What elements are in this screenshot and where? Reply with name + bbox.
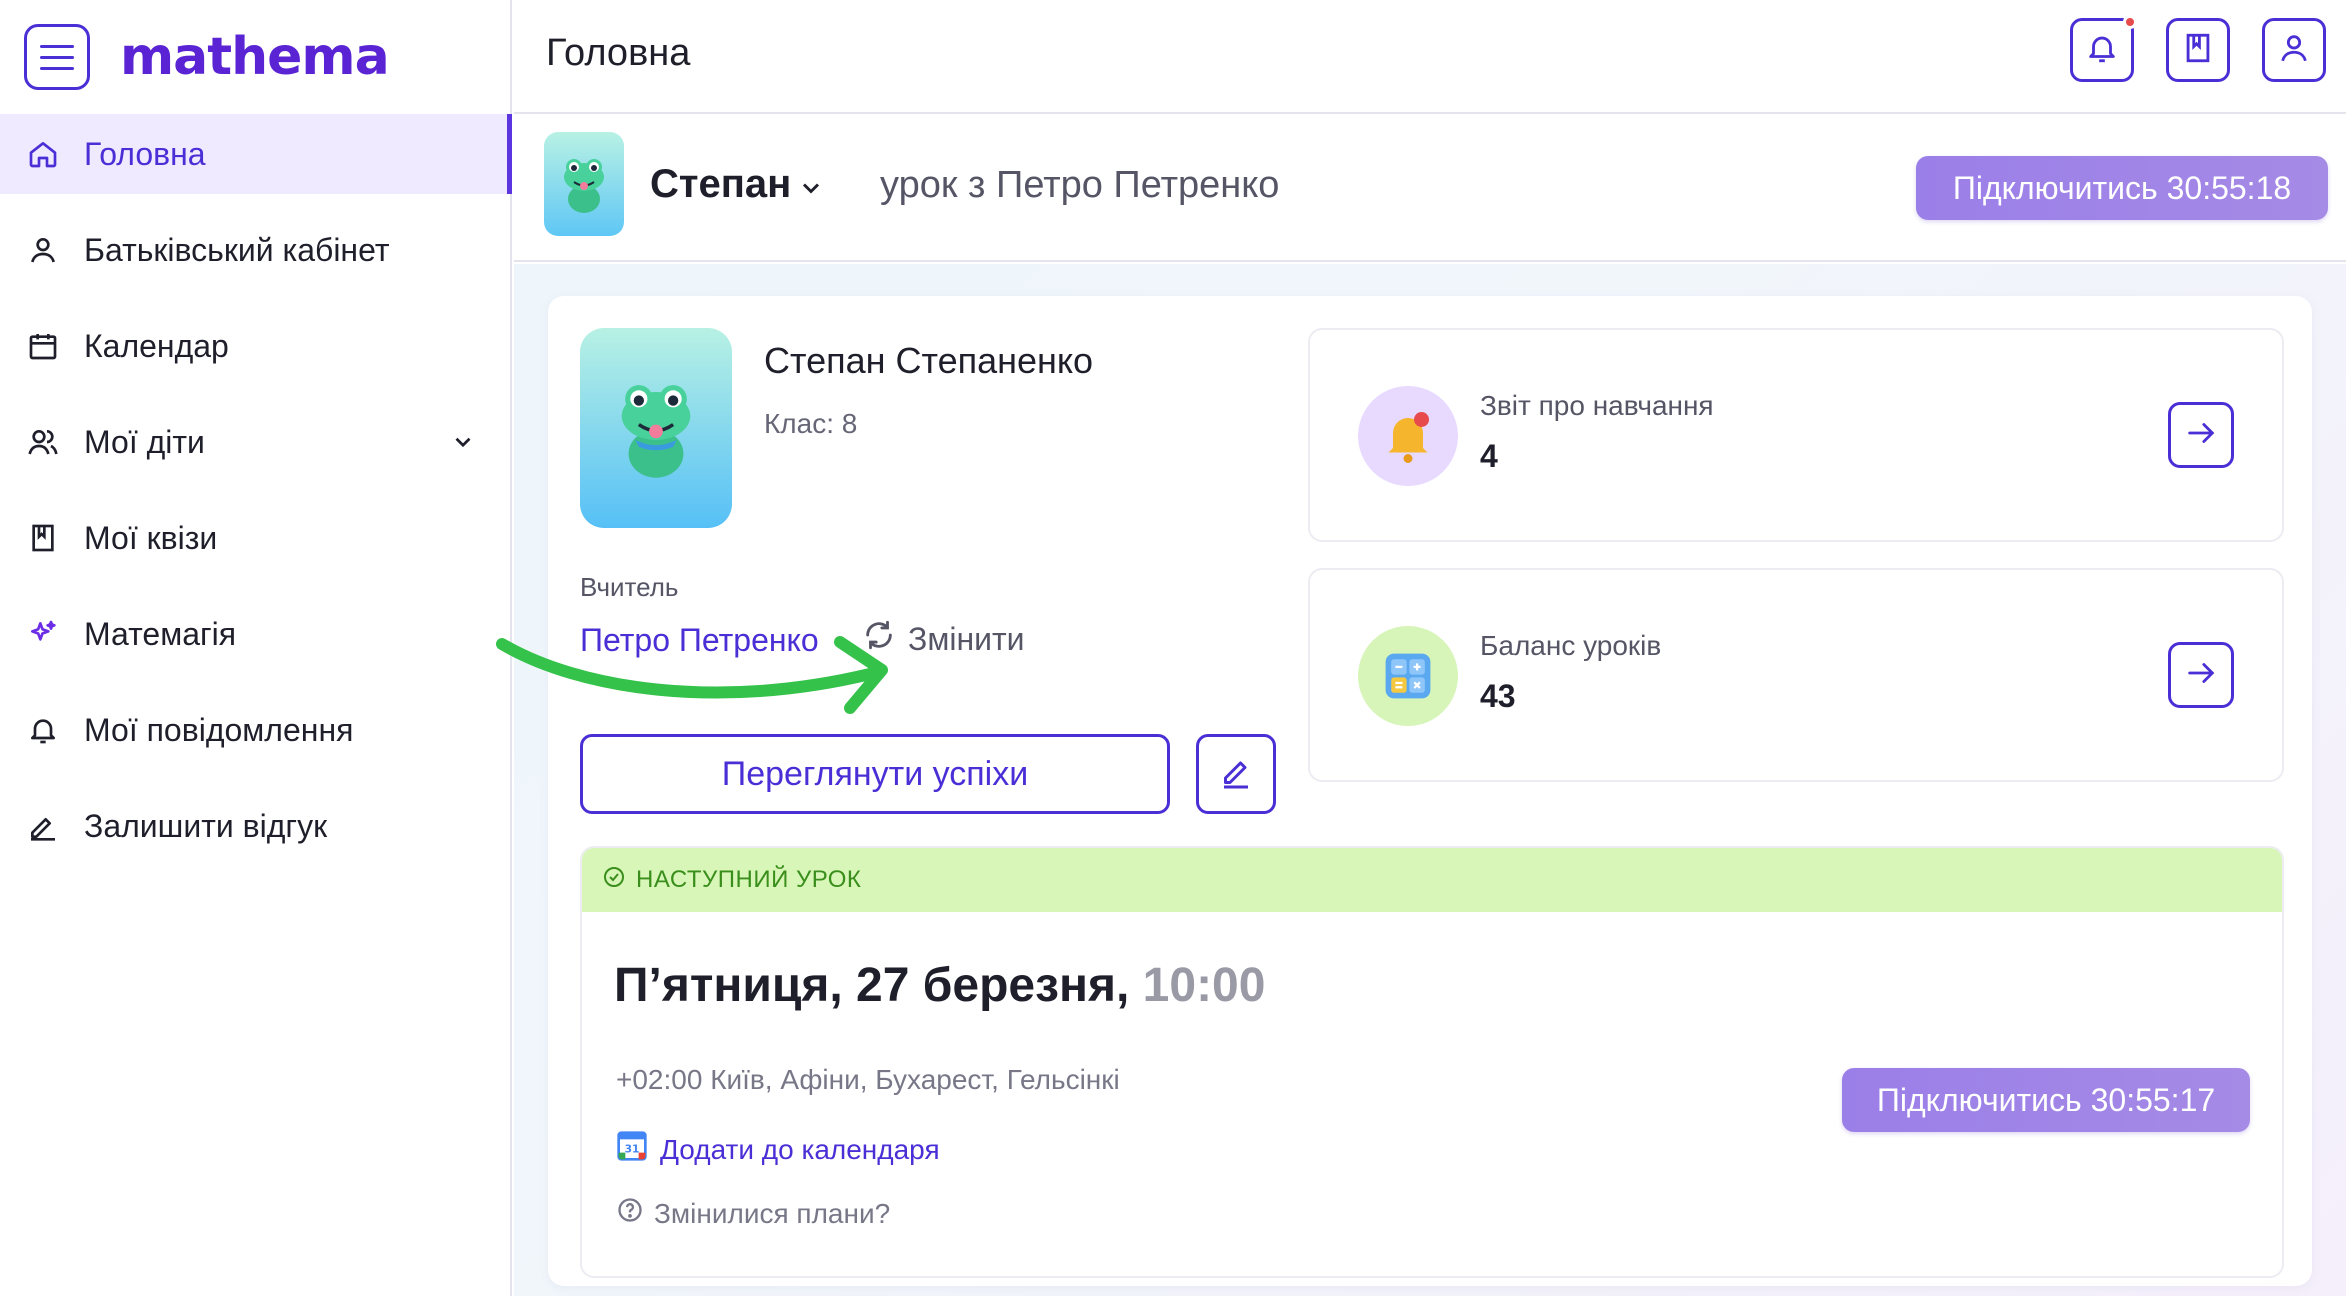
student-full-name: Степан Степаненко bbox=[764, 340, 1094, 381]
bookmark-icon bbox=[2181, 31, 2215, 70]
next-lesson-date: П’ятниця, 27 березня, 10:00 bbox=[614, 958, 1265, 1013]
home-icon bbox=[26, 137, 60, 171]
lesson-balance-value: 43 bbox=[1480, 678, 1516, 714]
teacher-label: Вчитель bbox=[580, 572, 679, 602]
student-class: Клас: 8 bbox=[764, 408, 858, 439]
question-circle-icon bbox=[616, 1196, 644, 1231]
annotation-arrow-icon bbox=[496, 636, 888, 714]
bell-emoji-icon bbox=[1358, 386, 1458, 486]
sidebar-item-my-messages[interactable]: Мої повідомлення bbox=[0, 690, 510, 770]
view-progress-button[interactable]: Переглянути успіхи bbox=[580, 734, 1170, 814]
calendar-icon bbox=[26, 329, 60, 363]
sidebar-item-parent-cabinet[interactable]: Батьківський кабінет bbox=[0, 210, 510, 290]
logo[interactable]: mathema bbox=[120, 27, 390, 87]
sidebar-item-label: Матемагія bbox=[84, 615, 237, 652]
sidebar: mathema Головна Батьківський кабінет Кал… bbox=[0, 0, 512, 1296]
pencil-icon bbox=[26, 809, 60, 843]
changed-plans-link[interactable]: Змінилися плани? bbox=[616, 1196, 890, 1231]
profile-icon bbox=[2277, 31, 2311, 70]
sidebar-item-label: Мої квізи bbox=[84, 519, 218, 556]
next-lesson-banner: НАСТУПНИЙ УРОК bbox=[582, 848, 2282, 912]
sidebar-item-my-children[interactable]: Мої діти bbox=[0, 402, 510, 482]
bell-icon bbox=[26, 713, 60, 747]
child-selector-bar: Степан урок з Петро Петренко Підключитис… bbox=[514, 116, 2346, 262]
sidebar-item-my-quizzes[interactable]: Мої квізи bbox=[0, 498, 510, 578]
edit-button[interactable] bbox=[1196, 734, 1276, 814]
calculator-emoji-icon bbox=[1358, 626, 1458, 726]
add-to-calendar-link[interactable]: 31 Додати до календаря bbox=[616, 1130, 940, 1169]
sidebar-item-label: Батьківський кабінет bbox=[84, 231, 390, 268]
arrow-right-icon bbox=[2184, 656, 2218, 695]
sidebar-item-label: Головна bbox=[84, 135, 206, 172]
sidebar-item-matemagia[interactable]: Матемагія bbox=[0, 594, 510, 674]
learning-report-label: Звіт про навчання bbox=[1480, 390, 1714, 421]
google-calendar-icon: 31 bbox=[616, 1130, 648, 1169]
change-teacher-label: Змінити bbox=[908, 620, 1025, 657]
child-avatar[interactable] bbox=[544, 132, 624, 236]
changed-plans-label: Змінилися плани? bbox=[654, 1197, 891, 1229]
sidebar-header: mathema bbox=[0, 0, 510, 114]
next-lesson-timezone: +02:00 Київ, Афіни, Бухарест, Гельсінкі bbox=[616, 1064, 1120, 1095]
bell-icon bbox=[2085, 31, 2119, 70]
main-content: Степан Степаненко Клас: 8 Вчитель Петро … bbox=[514, 264, 2346, 1296]
user-icon bbox=[26, 233, 60, 267]
child-name[interactable]: Степан bbox=[650, 162, 791, 207]
sidebar-item-label: Залишити відгук bbox=[84, 807, 328, 844]
connect-button-header[interactable]: Підключитись 30:55:18 bbox=[1916, 156, 2328, 220]
connect-button-lesson[interactable]: Підключитись 30:55:17 bbox=[1842, 1068, 2250, 1132]
learning-report-card[interactable]: Звіт про навчання 4 bbox=[1308, 328, 2284, 542]
top-header: Головна bbox=[514, 0, 2346, 114]
sparkle-icon bbox=[26, 617, 60, 651]
frog-avatar-icon bbox=[564, 159, 604, 213]
open-balance-button[interactable] bbox=[2168, 642, 2234, 708]
lesson-balance-label: Баланс уроків bbox=[1480, 630, 1662, 661]
student-card: Степан Степаненко Клас: 8 Вчитель Петро … bbox=[548, 296, 2312, 1286]
edit-icon bbox=[1218, 754, 1254, 795]
lesson-with-text: урок з Петро Петренко bbox=[880, 164, 1280, 206]
sidebar-nav: Головна Батьківський кабінет Календар Мо… bbox=[0, 114, 512, 866]
learning-report-value: 4 bbox=[1480, 438, 1498, 474]
quizzes-button[interactable] bbox=[2166, 18, 2230, 82]
calendar-badge-text: 31 bbox=[625, 1143, 640, 1156]
arrow-right-icon bbox=[2184, 416, 2218, 455]
chevron-down-icon[interactable] bbox=[450, 426, 476, 463]
children-icon bbox=[26, 425, 60, 459]
menu-icon[interactable] bbox=[24, 24, 90, 90]
sidebar-item-calendar[interactable]: Календар bbox=[0, 306, 510, 386]
student-avatar bbox=[580, 328, 732, 528]
chevron-down-icon[interactable] bbox=[797, 174, 825, 207]
sidebar-item-label: Календар bbox=[84, 327, 229, 364]
profile-button[interactable] bbox=[2262, 18, 2326, 82]
sidebar-item-label: Мої діти bbox=[84, 423, 205, 460]
lesson-balance-card[interactable]: Баланс уроків 43 bbox=[1308, 568, 2284, 782]
next-lesson-panel: НАСТУПНИЙ УРОК П’ятниця, 27 березня, 10:… bbox=[580, 846, 2284, 1278]
notifications-button[interactable] bbox=[2070, 15, 2137, 82]
next-lesson-heading: НАСТУПНИЙ УРОК bbox=[636, 866, 862, 893]
check-circle-icon bbox=[602, 865, 626, 896]
bookmark-icon bbox=[26, 521, 60, 555]
sidebar-item-label: Мої повідомлення bbox=[84, 711, 354, 748]
notification-dot bbox=[2123, 15, 2137, 29]
open-report-button[interactable] bbox=[2168, 402, 2234, 468]
next-lesson-time: 10:00 bbox=[1142, 959, 1266, 1012]
sidebar-item-home[interactable]: Головна bbox=[0, 114, 512, 194]
frog-avatar-icon bbox=[621, 385, 691, 478]
page-title: Головна bbox=[546, 32, 691, 74]
add-to-calendar-label: Додати до календаря bbox=[660, 1133, 940, 1165]
sidebar-item-leave-feedback[interactable]: Залишити відгук bbox=[0, 786, 510, 866]
next-lesson-date-text: П’ятниця, 27 березня, bbox=[614, 959, 1130, 1012]
